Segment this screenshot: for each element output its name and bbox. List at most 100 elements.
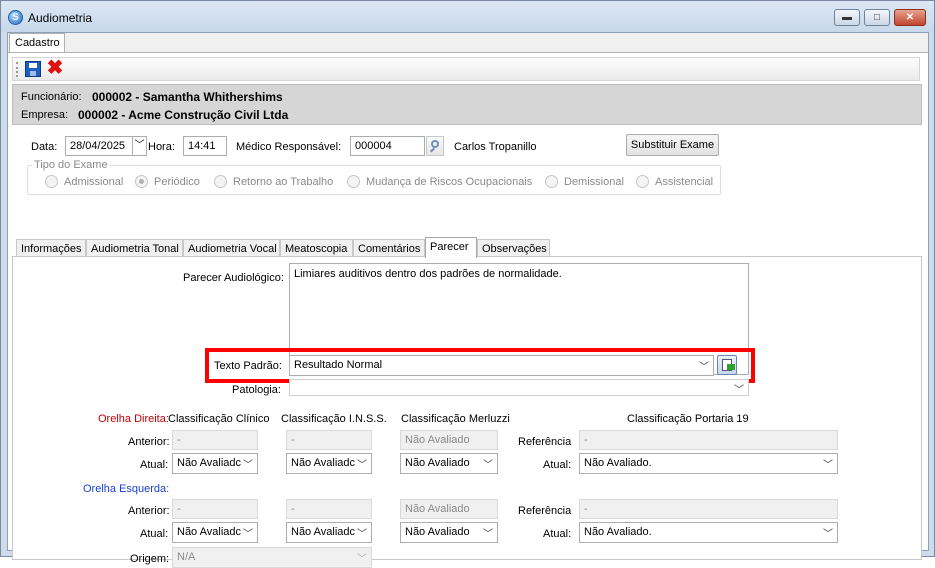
chevron-down-icon: ﹀ xyxy=(483,460,493,471)
od-atual-merluzzi-select[interactable]: Não Avaliado ﹀ xyxy=(400,453,498,474)
col-clinico-header: Classificação Clínico xyxy=(168,413,270,425)
close-button[interactable]: ✕ xyxy=(894,9,926,26)
radio-demissional[interactable] xyxy=(545,175,558,188)
empresa-value: 000002 - Acme Construção Civil Ltda xyxy=(78,108,289,122)
tab-parecer[interactable]: Parecer xyxy=(425,237,477,258)
cadastro-page: ✖ Funcionário: 000002 - Samantha Whither… xyxy=(8,52,928,568)
origem-label: Origem: xyxy=(130,553,170,565)
origem-value: N/A xyxy=(177,551,196,563)
radio-mudanca-riscos[interactable] xyxy=(347,175,360,188)
app-icon: S xyxy=(8,10,23,25)
tab-meatoscopia[interactable]: Meatoscopia xyxy=(280,239,353,257)
oe-anterior-clinico: - xyxy=(172,499,258,519)
radio-retorno-ao-trabalho[interactable] xyxy=(214,175,227,188)
orelha-direita-label: Orelha Direita: xyxy=(98,413,169,425)
oe-atual-portaria-label: Atual: xyxy=(543,528,572,540)
annotation-highlight xyxy=(205,348,755,383)
assistencial-label: Assistencial xyxy=(655,176,714,188)
empresa-label: Empresa: xyxy=(21,109,69,121)
tab-comentarios[interactable]: Comentários xyxy=(353,239,425,257)
oe-referencia-label: Referência xyxy=(518,505,572,517)
funcionario-label: Funcionário: xyxy=(21,91,82,103)
oe-atual-inss-select[interactable]: Não Avaliadc ﹀ xyxy=(286,522,372,543)
origem-select: N/A ﹀ xyxy=(172,547,372,568)
od-atual-portaria-value: Não Avaliado. xyxy=(584,457,652,469)
parecer-audiologico-label: Parecer Audiológico: xyxy=(183,272,284,284)
tab-observacoes[interactable]: Observações xyxy=(477,239,550,257)
od-atual-label: Atual: xyxy=(140,459,169,471)
od-anterior-merluzzi: Não Avaliado xyxy=(400,430,498,450)
oe-atual-inss-value: Não Avaliadc xyxy=(291,526,356,538)
maximize-button[interactable]: □ xyxy=(864,9,890,26)
oe-anterior-inss: - xyxy=(286,499,372,519)
radio-periodico[interactable] xyxy=(135,175,148,188)
funcionario-value: 000002 - Samantha Whithershims xyxy=(92,90,283,104)
oe-atual-merluzzi-value: Não Avaliado xyxy=(405,526,470,538)
od-atual-portaria-label: Atual: xyxy=(543,459,572,471)
od-atual-inss-value: Não Avaliadc xyxy=(291,457,356,469)
data-field[interactable]: 28/04/2025 xyxy=(65,136,133,156)
oe-atual-portaria-value: Não Avaliado. xyxy=(584,526,652,538)
tab-informacoes[interactable]: Informações xyxy=(16,239,86,257)
medico-name: Carlos Tropanillo xyxy=(454,141,537,153)
od-referencia-field: - xyxy=(579,430,838,450)
od-atual-merluzzi-value: Não Avaliado xyxy=(405,457,470,469)
oe-referencia-field: - xyxy=(579,499,838,519)
search-icon[interactable] xyxy=(426,136,444,156)
col-inss-header: Classificação I.N.S.S. xyxy=(281,413,387,425)
save-icon[interactable] xyxy=(25,61,41,77)
chevron-down-icon: ﹀ xyxy=(734,385,744,396)
tab-audiometria-tonal[interactable]: Audiometria Tonal xyxy=(86,239,183,257)
toolbar-grip[interactable] xyxy=(16,62,19,77)
chevron-down-icon: ﹀ xyxy=(483,529,493,540)
admissional-label: Admissional xyxy=(64,176,124,188)
toolbar: ✖ xyxy=(12,57,920,81)
oe-anterior-merluzzi: Não Avaliado xyxy=(400,499,498,519)
minimize-button[interactable]: ▬ xyxy=(834,9,860,26)
client-area: Cadastro ✖ Funcionário: 000002 - Samanth… xyxy=(7,32,929,568)
employee-header: Funcionário: 000002 - Samantha Whithersh… xyxy=(12,84,922,125)
chevron-down-icon: ﹀ xyxy=(357,554,367,565)
top-tabstrip xyxy=(8,33,928,52)
oe-atual-portaria-select[interactable]: Não Avaliado. ﹀ xyxy=(579,522,838,543)
oe-atual-clinico-select[interactable]: Não Avaliadc ﹀ xyxy=(172,522,258,543)
mudanca-label: Mudança de Riscos Ocupacionais xyxy=(366,176,533,188)
parecer-panel: Parecer Audiológico: Limiares auditivos … xyxy=(12,256,922,568)
chevron-down-icon: ﹀ xyxy=(823,529,833,540)
od-atual-inss-select[interactable]: Não Avaliadc ﹀ xyxy=(286,453,372,474)
tab-audiometria-vocal[interactable]: Audiometria Vocal xyxy=(183,239,280,257)
patologia-combo[interactable]: ﹀ xyxy=(289,379,749,396)
radio-assistencial[interactable] xyxy=(636,175,649,188)
col-portaria-header: Classificação Portaria 19 xyxy=(627,413,749,425)
chevron-down-icon: ﹀ xyxy=(823,460,833,471)
chevron-down-icon: ﹀ xyxy=(243,529,253,540)
title-bar[interactable]: S Audiometria ▬ □ ✕ xyxy=(1,1,934,32)
tab-cadastro[interactable]: Cadastro xyxy=(9,33,65,53)
od-anterior-clinico: - xyxy=(172,430,258,450)
hora-label: Hora: xyxy=(148,141,175,153)
od-atual-clinico-select[interactable]: Não Avaliadc ﹀ xyxy=(172,453,258,474)
medico-code-field[interactable]: 000004 xyxy=(350,136,425,156)
retorno-label: Retorno ao Trabalho xyxy=(233,176,334,188)
radio-admissional[interactable] xyxy=(45,175,58,188)
exam-tabs: Informações Audiometria Tonal Audiometri… xyxy=(12,237,922,258)
date-picker-dropdown[interactable]: ﹀ xyxy=(132,136,147,156)
od-anterior-label: Anterior: xyxy=(128,436,170,448)
col-merluzzi-header: Classificação Merluzzi xyxy=(401,413,510,425)
window-title: Audiometria xyxy=(28,11,93,25)
oe-atual-merluzzi-select[interactable]: Não Avaliado ﹀ xyxy=(400,522,498,543)
medico-label: Médico Responsável: xyxy=(236,141,342,153)
demissional-label: Demissional xyxy=(564,176,624,188)
od-anterior-inss: - xyxy=(286,430,372,450)
tipo-exame-legend: Tipo do Exame xyxy=(32,159,110,171)
chevron-down-icon: ﹀ xyxy=(357,529,367,540)
oe-atual-label: Atual: xyxy=(140,528,169,540)
od-referencia-label: Referência xyxy=(518,436,572,448)
hora-field[interactable]: 14:41 xyxy=(183,136,227,156)
cancel-icon[interactable]: ✖ xyxy=(45,58,65,78)
chevron-down-icon: ﹀ xyxy=(243,460,253,471)
substituir-exame-button[interactable]: Substituir Exame xyxy=(626,134,719,156)
data-label: Data: xyxy=(31,141,58,153)
oe-anterior-label: Anterior: xyxy=(128,505,170,517)
od-atual-portaria-select[interactable]: Não Avaliado. ﹀ xyxy=(579,453,838,474)
